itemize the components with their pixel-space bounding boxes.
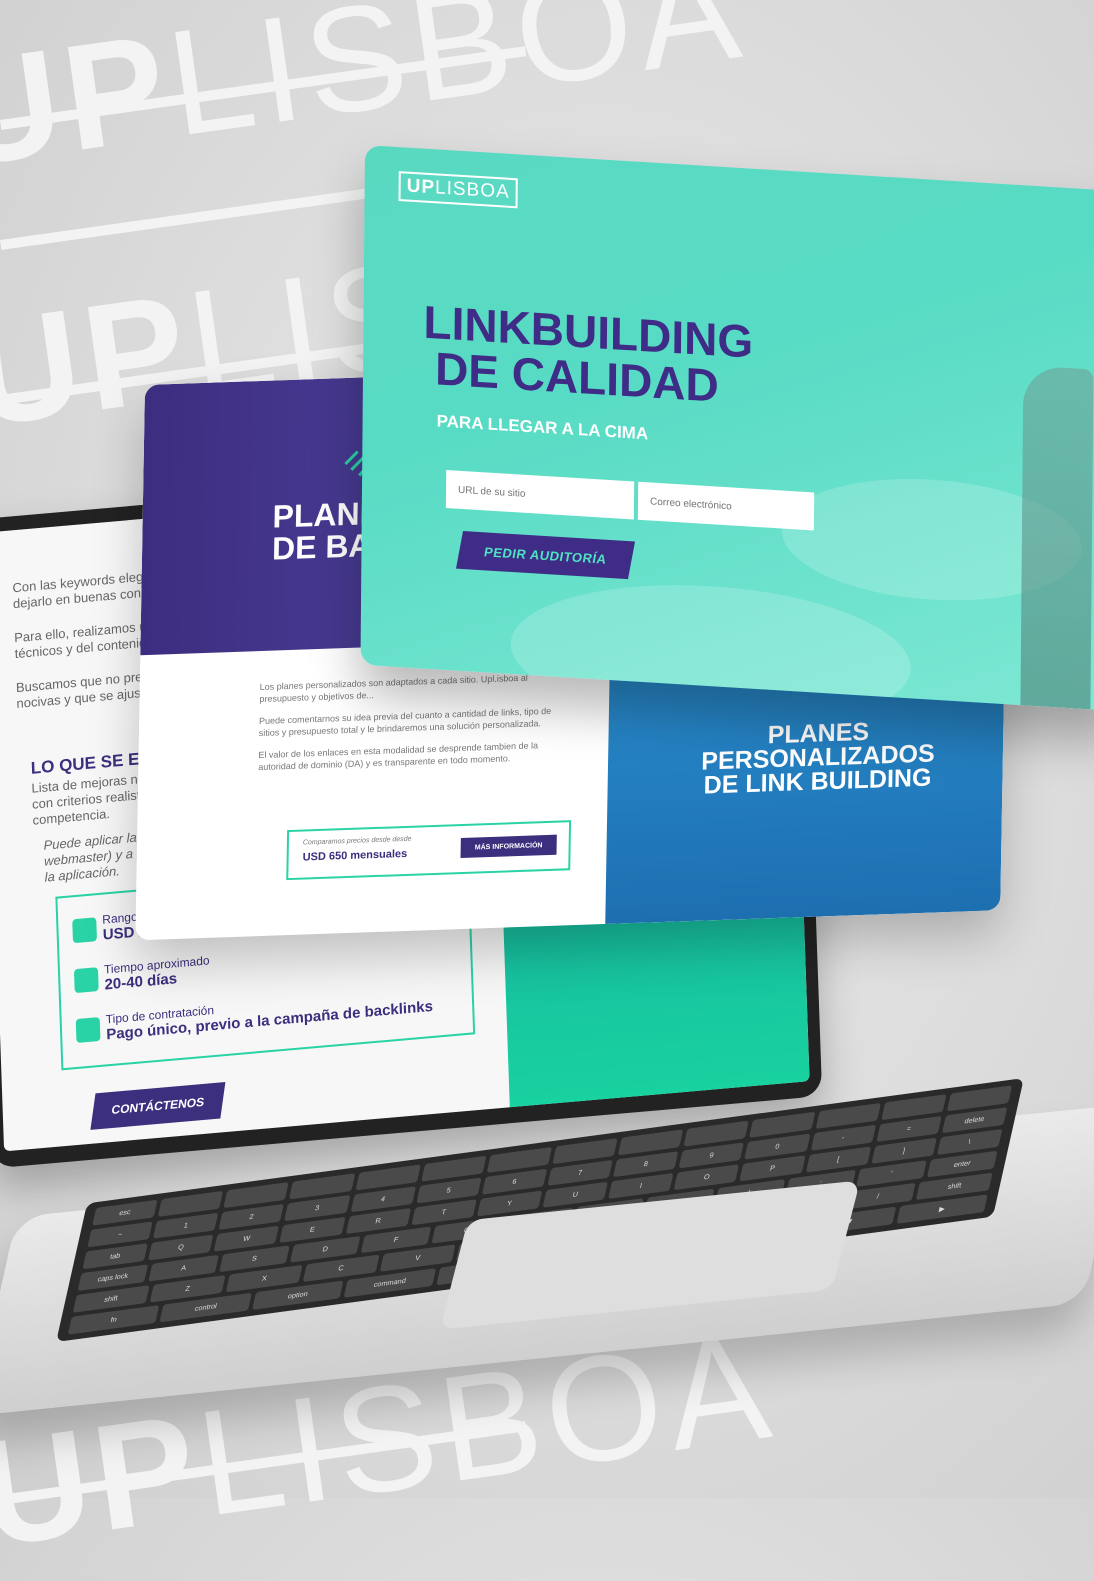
hero-title: LINKBUILDING DE CALIDAD xyxy=(423,295,754,412)
request-audit-button[interactable]: PEDIR AUDITORÍA xyxy=(455,531,636,580)
price-caption: Comparamos precios desde desde xyxy=(302,835,412,847)
hero-subtitle: PARA LLEGAR A LA CIMA xyxy=(436,411,649,444)
document-icon xyxy=(75,1016,101,1044)
contract-type: Tipo de contratación Pago único, previo a… xyxy=(105,997,434,1044)
calendar-icon xyxy=(73,967,99,994)
plans-description: Los planes personalizados son adaptados … xyxy=(258,672,552,773)
climber-rock-image xyxy=(1020,365,1094,710)
hero-card: UPLISBOA LINKBUILDING DE CALIDAD PARA LL… xyxy=(360,145,1094,712)
time-estimate: Tiempo aproximado 20-40 días xyxy=(103,953,210,994)
email-input[interactable] xyxy=(637,481,815,531)
money-icon xyxy=(72,917,98,944)
url-input[interactable] xyxy=(445,469,635,520)
price-value: USD 650 mensuales xyxy=(302,847,408,864)
laptop-base: esc ~1 2 3 4 5 6 7 8 9 0- = delete tab Q W E R T Y U I O P[] \ ca… xyxy=(0,1078,1094,1416)
more-info-button[interactable]: MÁS INFORMACIÓN xyxy=(460,834,557,859)
uplisboa-logo[interactable]: UPLISBOA xyxy=(398,171,518,209)
custom-plans-title: PLANES PERSONALIZADOS DE LINK BUILDING xyxy=(701,717,935,800)
plans-price-box: Comparamos precios desde desde USD 650 m… xyxy=(286,820,572,881)
